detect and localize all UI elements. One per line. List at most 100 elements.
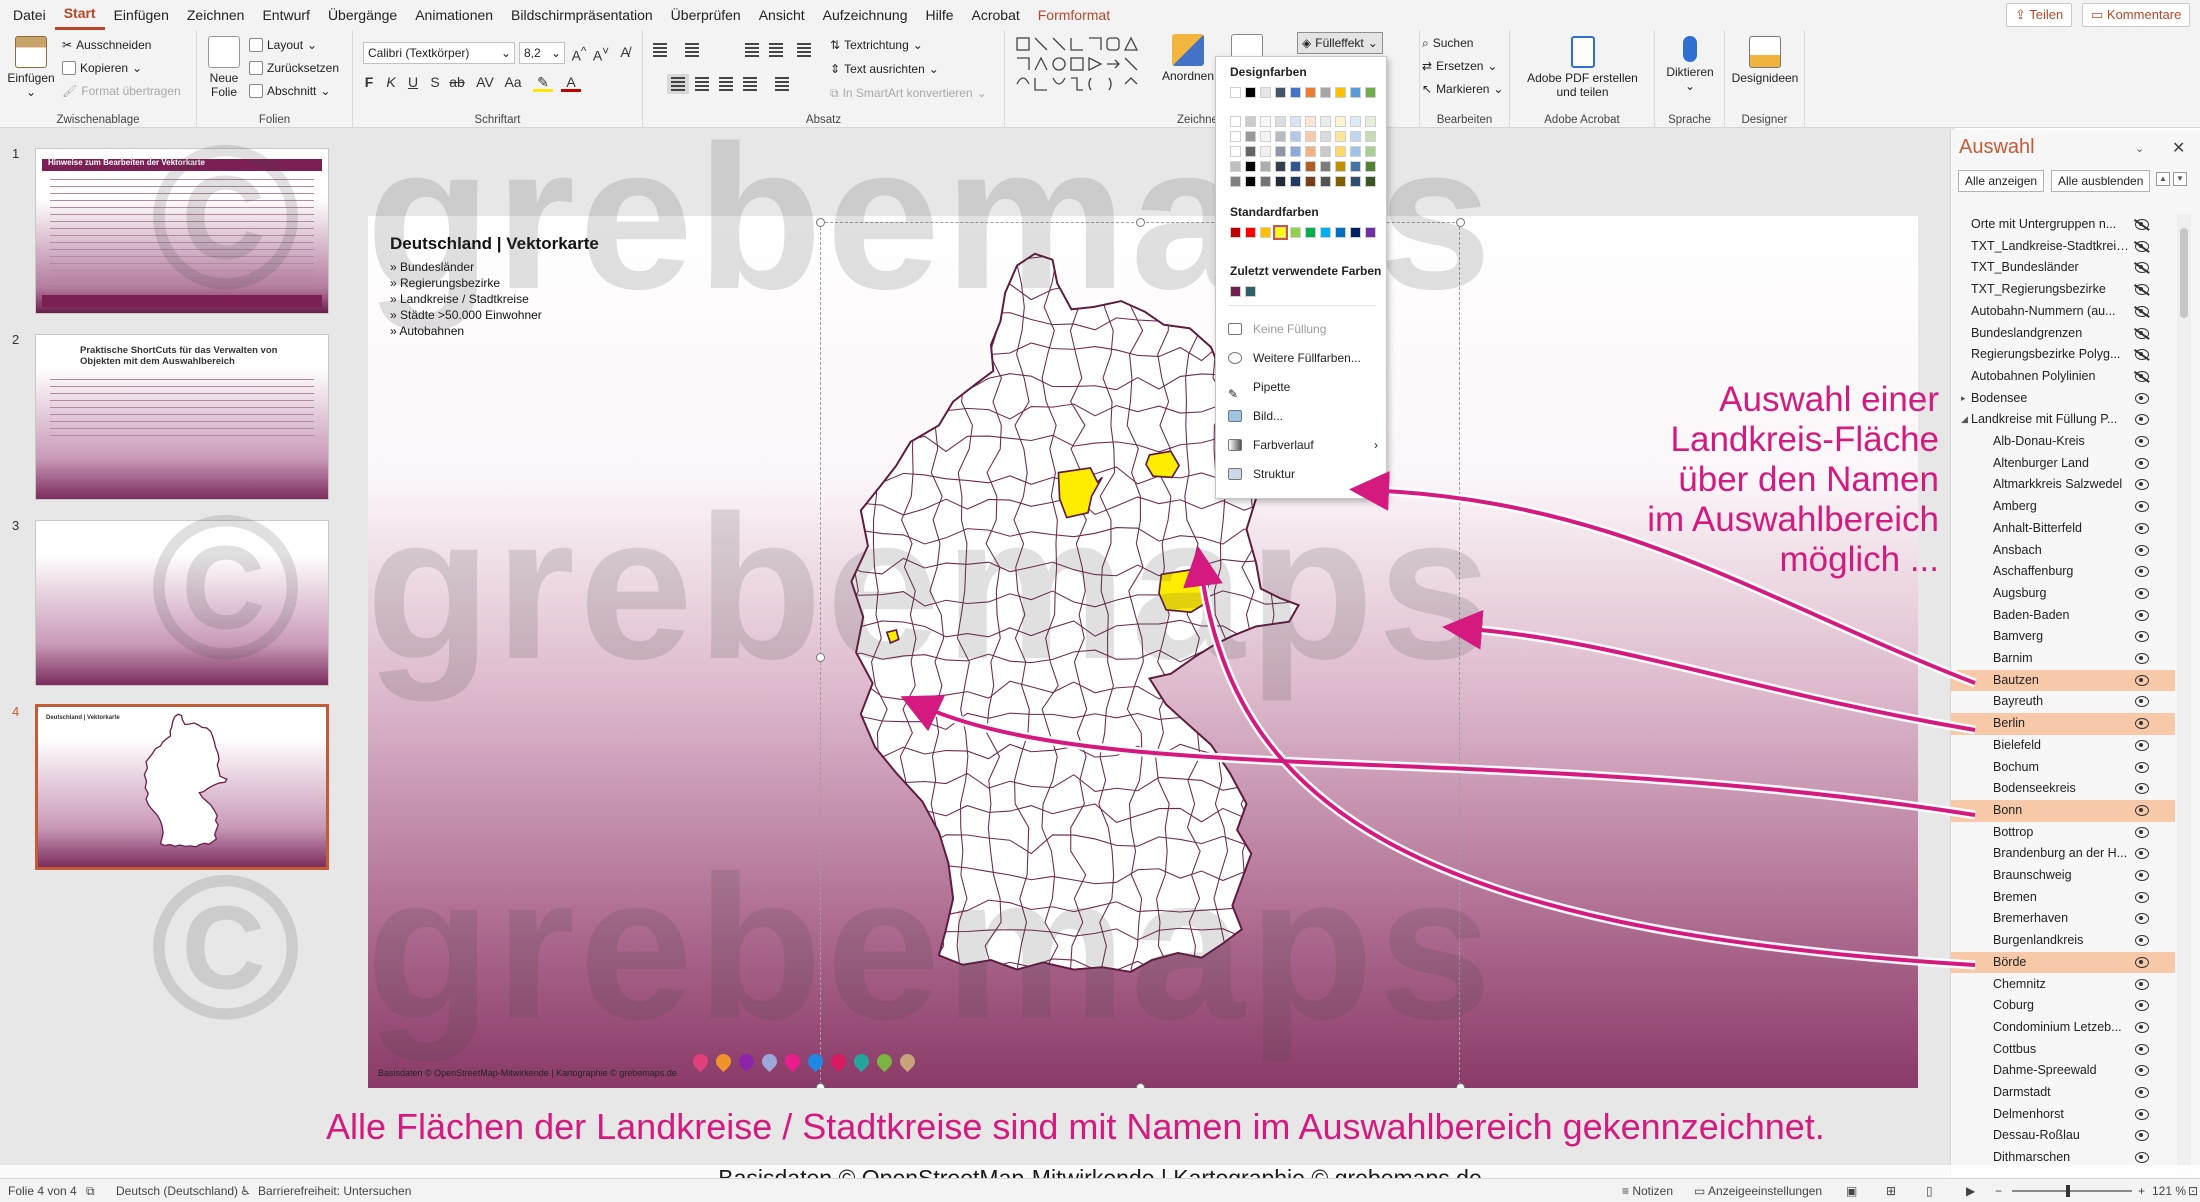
reading-view-icon[interactable]: ▯ [1926, 1184, 1933, 1198]
color-swatch[interactable] [1320, 146, 1331, 157]
selection-list-item[interactable]: Autobahnen Polylinien [1951, 366, 2175, 388]
eye-icon[interactable] [2135, 956, 2149, 968]
clear-format-icon[interactable]: A̸ [615, 42, 635, 62]
eye-icon[interactable] [2135, 1021, 2149, 1033]
color-swatch[interactable] [1320, 227, 1331, 238]
slide-thumbnail-2[interactable]: Praktische ShortCuts für das Verwalten v… [35, 334, 329, 500]
eye-hidden-icon[interactable] [2135, 284, 2149, 296]
location-pin-icon[interactable] [735, 1050, 758, 1073]
eye-icon[interactable] [2135, 414, 2149, 426]
selection-list-item[interactable]: Bremerhaven [1951, 908, 2175, 930]
slide-bullet[interactable]: » Landkreise / Stadtkreise [390, 292, 529, 306]
color-swatch[interactable] [1320, 131, 1331, 142]
menu-tab[interactable]: Entwurf [253, 0, 318, 30]
select-button[interactable]: ↖ Markieren ⌄ [1422, 79, 1503, 99]
slide-bullet[interactable]: » Bundesländer [390, 260, 474, 274]
color-swatch[interactable] [1245, 176, 1256, 187]
selection-list-item[interactable]: TXT_Bundesländer [1951, 257, 2175, 279]
selection-list-item[interactable]: TXT_Regierungsbezirke [1951, 279, 2175, 301]
eye-icon[interactable] [2135, 392, 2149, 404]
resize-handle[interactable] [1136, 218, 1145, 227]
menu-tab[interactable]: Hilfe [916, 0, 962, 30]
texture-item[interactable]: Struktur [1216, 461, 1388, 487]
font-family-box[interactable]: Calibri (Textkörper) ⌄ [363, 42, 515, 64]
color-swatch[interactable] [1335, 87, 1346, 98]
color-swatch[interactable] [1350, 227, 1361, 238]
menu-tab[interactable]: Überprüfen [662, 0, 750, 30]
color-swatch[interactable] [1290, 161, 1301, 172]
color-swatch[interactable] [1275, 131, 1286, 142]
selection-list-item[interactable]: Braunschweig [1951, 865, 2175, 887]
color-swatch[interactable] [1365, 146, 1376, 157]
arrange-button[interactable]: Anordnen [1159, 34, 1217, 83]
color-swatch[interactable] [1305, 146, 1316, 157]
eye-hidden-icon[interactable] [2135, 349, 2149, 361]
selection-list-item[interactable]: Bochum [1951, 757, 2175, 779]
more-fill-colors-item[interactable]: Weitere Füllfarben... [1216, 345, 1388, 371]
color-swatch[interactable] [1260, 161, 1271, 172]
accessibility-status[interactable]: Barrierefreiheit: Untersuchen [258, 1184, 411, 1198]
color-swatch[interactable] [1275, 161, 1286, 172]
selection-list-item[interactable]: Bamverg [1951, 626, 2175, 648]
reset-button[interactable]: Zurücksetzen [249, 58, 339, 78]
display-settings-button[interactable]: ▭ Anzeigeeinstellungen [1694, 1184, 1822, 1198]
color-swatch[interactable] [1290, 131, 1301, 142]
send-backward-icon[interactable]: ▼ [2173, 172, 2187, 186]
color-swatch[interactable] [1230, 87, 1241, 98]
case-button[interactable]: Aa [503, 72, 523, 92]
eyedropper-item[interactable]: ✎ Pipette [1216, 374, 1388, 401]
selection-list-item[interactable]: Bodenseekreis [1951, 778, 2175, 800]
color-swatch[interactable] [1245, 131, 1256, 142]
color-swatch[interactable] [1230, 131, 1241, 142]
selection-list-item[interactable]: Bautzen [1951, 669, 2175, 692]
shrink-font-button[interactable]: A˅ [591, 42, 611, 64]
color-swatch[interactable] [1320, 116, 1331, 127]
copy-button[interactable]: Kopieren ⌄ [62, 58, 142, 78]
selection-list-item[interactable]: Börde [1951, 951, 2175, 974]
color-swatch[interactable] [1290, 176, 1301, 187]
layout-button[interactable]: Layout ⌄ [249, 35, 317, 55]
bullets-button[interactable] [649, 40, 671, 60]
color-swatch[interactable] [1260, 116, 1271, 127]
align-left-button[interactable] [667, 74, 689, 94]
color-swatch[interactable] [1245, 87, 1256, 98]
selection-list-item[interactable]: Autobahn-Nummern (au... [1951, 301, 2175, 323]
justify-button[interactable] [739, 74, 761, 94]
location-pin-icon[interactable] [712, 1050, 735, 1073]
menu-tab[interactable]: Datei [4, 0, 55, 30]
text-direction-button[interactable]: ⇅ Textrichtung ⌄ [830, 35, 923, 55]
comments-button[interactable]: ▭ Kommentare [2082, 3, 2191, 27]
eye-hidden-icon[interactable] [2135, 305, 2149, 317]
format-painter-button[interactable]: 🖌 Format übertragen [62, 81, 181, 101]
eye-icon[interactable] [2135, 1043, 2149, 1055]
selection-list-item[interactable]: Bayreuth [1951, 691, 2175, 713]
section-button[interactable]: Abschnitt ⌄ [249, 81, 330, 101]
menu-tab[interactable]: Zeichnen [178, 0, 254, 30]
selection-list-item[interactable]: Burgenlandkreis [1951, 930, 2175, 952]
selection-list-item[interactable]: Aschaffenburg [1951, 561, 2175, 583]
color-swatch[interactable] [1230, 227, 1241, 238]
design-ideas-button[interactable]: Designideen [1731, 36, 1799, 85]
selection-list-item[interactable]: Darmstadt [1951, 1082, 2175, 1104]
selection-list-item[interactable]: Augsburg [1951, 583, 2175, 605]
eye-icon[interactable] [2135, 891, 2149, 903]
selection-list-item[interactable]: Brandenburg an der H... [1951, 843, 2175, 865]
menu-tab[interactable]: Bildschirmpräsentation [502, 0, 662, 30]
color-swatch[interactable] [1230, 146, 1241, 157]
location-pin-icon[interactable] [689, 1050, 712, 1073]
color-swatch[interactable] [1335, 146, 1346, 157]
scrollbar-thumb[interactable] [2180, 228, 2188, 318]
selection-list-item[interactable]: Amberg [1951, 496, 2175, 518]
color-swatch[interactable] [1230, 286, 1241, 297]
resize-handle[interactable] [816, 1083, 825, 1088]
color-swatch[interactable] [1260, 87, 1271, 98]
selection-list-item[interactable]: Orte mit Untergruppen n... [1951, 214, 2175, 236]
create-pdf-button[interactable]: Adobe PDF erstellen und teilen [1520, 36, 1645, 99]
zoom-slider-knob[interactable] [2066, 1185, 2070, 1197]
eye-icon[interactable] [2135, 544, 2149, 556]
color-swatch[interactable] [1350, 161, 1361, 172]
color-swatch[interactable] [1260, 131, 1271, 142]
selection-list-item[interactable]: Altenburger Land [1951, 453, 2175, 475]
strikethrough-button[interactable]: ab [447, 72, 467, 92]
collapsed-caret-icon[interactable]: ▸ [1961, 388, 1966, 410]
